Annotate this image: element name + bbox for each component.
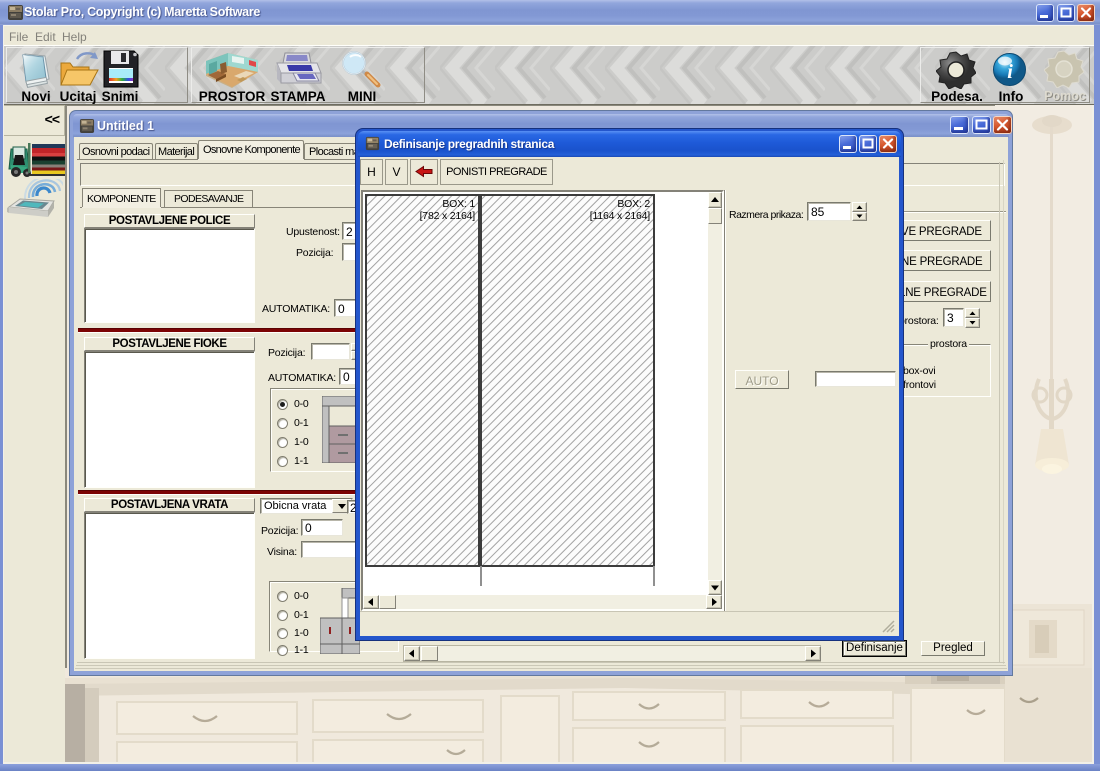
svg-text:i: i: [1007, 61, 1013, 83]
